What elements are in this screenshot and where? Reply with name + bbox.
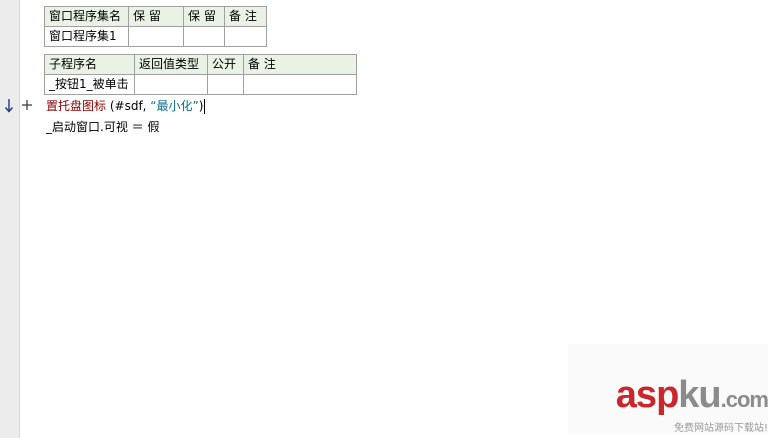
- header-subroutine-name: 子程序名: [44, 54, 135, 75]
- editor-gutter: [0, 0, 20, 438]
- code-line-1[interactable]: 置托盘图标 (#sdf, “最小化”): [46, 97, 206, 115]
- cell-reserved-1[interactable]: [128, 26, 184, 47]
- string-argument: “最小化”: [150, 99, 199, 113]
- code-line-2[interactable]: _启动窗口.可视 ＝ 假: [46, 118, 159, 136]
- cell-assembly-name[interactable]: 窗口程序集1: [44, 26, 129, 47]
- cell-subroutine-name[interactable]: _按钮1_被单击: [44, 74, 135, 95]
- watermark-brand-a: asp: [615, 374, 679, 416]
- header-assembly-name: 窗口程序集名: [44, 6, 129, 27]
- cell-reserved-2[interactable]: [183, 26, 225, 47]
- cell-return-type[interactable]: [134, 74, 208, 95]
- table-row: _按钮1_被单击: [44, 74, 357, 95]
- function-name: 置托盘图标: [46, 99, 107, 113]
- window-assembly-table: 窗口程序集名 保 留 保 留 备 注 窗口程序集1: [44, 6, 267, 47]
- header-reserved-1: 保 留: [128, 6, 184, 27]
- paren-close: ): [198, 99, 204, 113]
- header-return-type: 返回值类型: [134, 54, 208, 75]
- cell-remark[interactable]: [243, 74, 357, 95]
- expand-plus-icon[interactable]: [22, 98, 32, 112]
- cell-remark[interactable]: [224, 26, 267, 47]
- header-remark: 备 注: [224, 6, 267, 27]
- header-remark: 备 注: [243, 54, 357, 75]
- watermark-subtitle: 免费网站源码下载站!: [673, 423, 768, 434]
- text-cursor: [204, 99, 206, 114]
- argument-1: #sdf,: [114, 99, 151, 113]
- cell-public[interactable]: [207, 74, 244, 95]
- header-reserved-2: 保 留: [183, 6, 225, 27]
- subroutine-table: 子程序名 返回值类型 公开 备 注 _按钮1_被单击: [44, 54, 357, 95]
- header-public: 公开: [207, 54, 244, 75]
- paren-open: (: [106, 99, 115, 113]
- table-header-row: 窗口程序集名 保 留 保 留 备 注: [44, 6, 267, 27]
- table-row: 窗口程序集1: [44, 26, 267, 47]
- down-arrow-icon[interactable]: [4, 98, 14, 114]
- watermark-logo: aspku.com: [615, 374, 769, 420]
- watermark-brand-b: ku: [678, 374, 721, 416]
- watermark-suffix: .com: [720, 387, 769, 412]
- table-header-row: 子程序名 返回值类型 公开 备 注: [44, 54, 357, 75]
